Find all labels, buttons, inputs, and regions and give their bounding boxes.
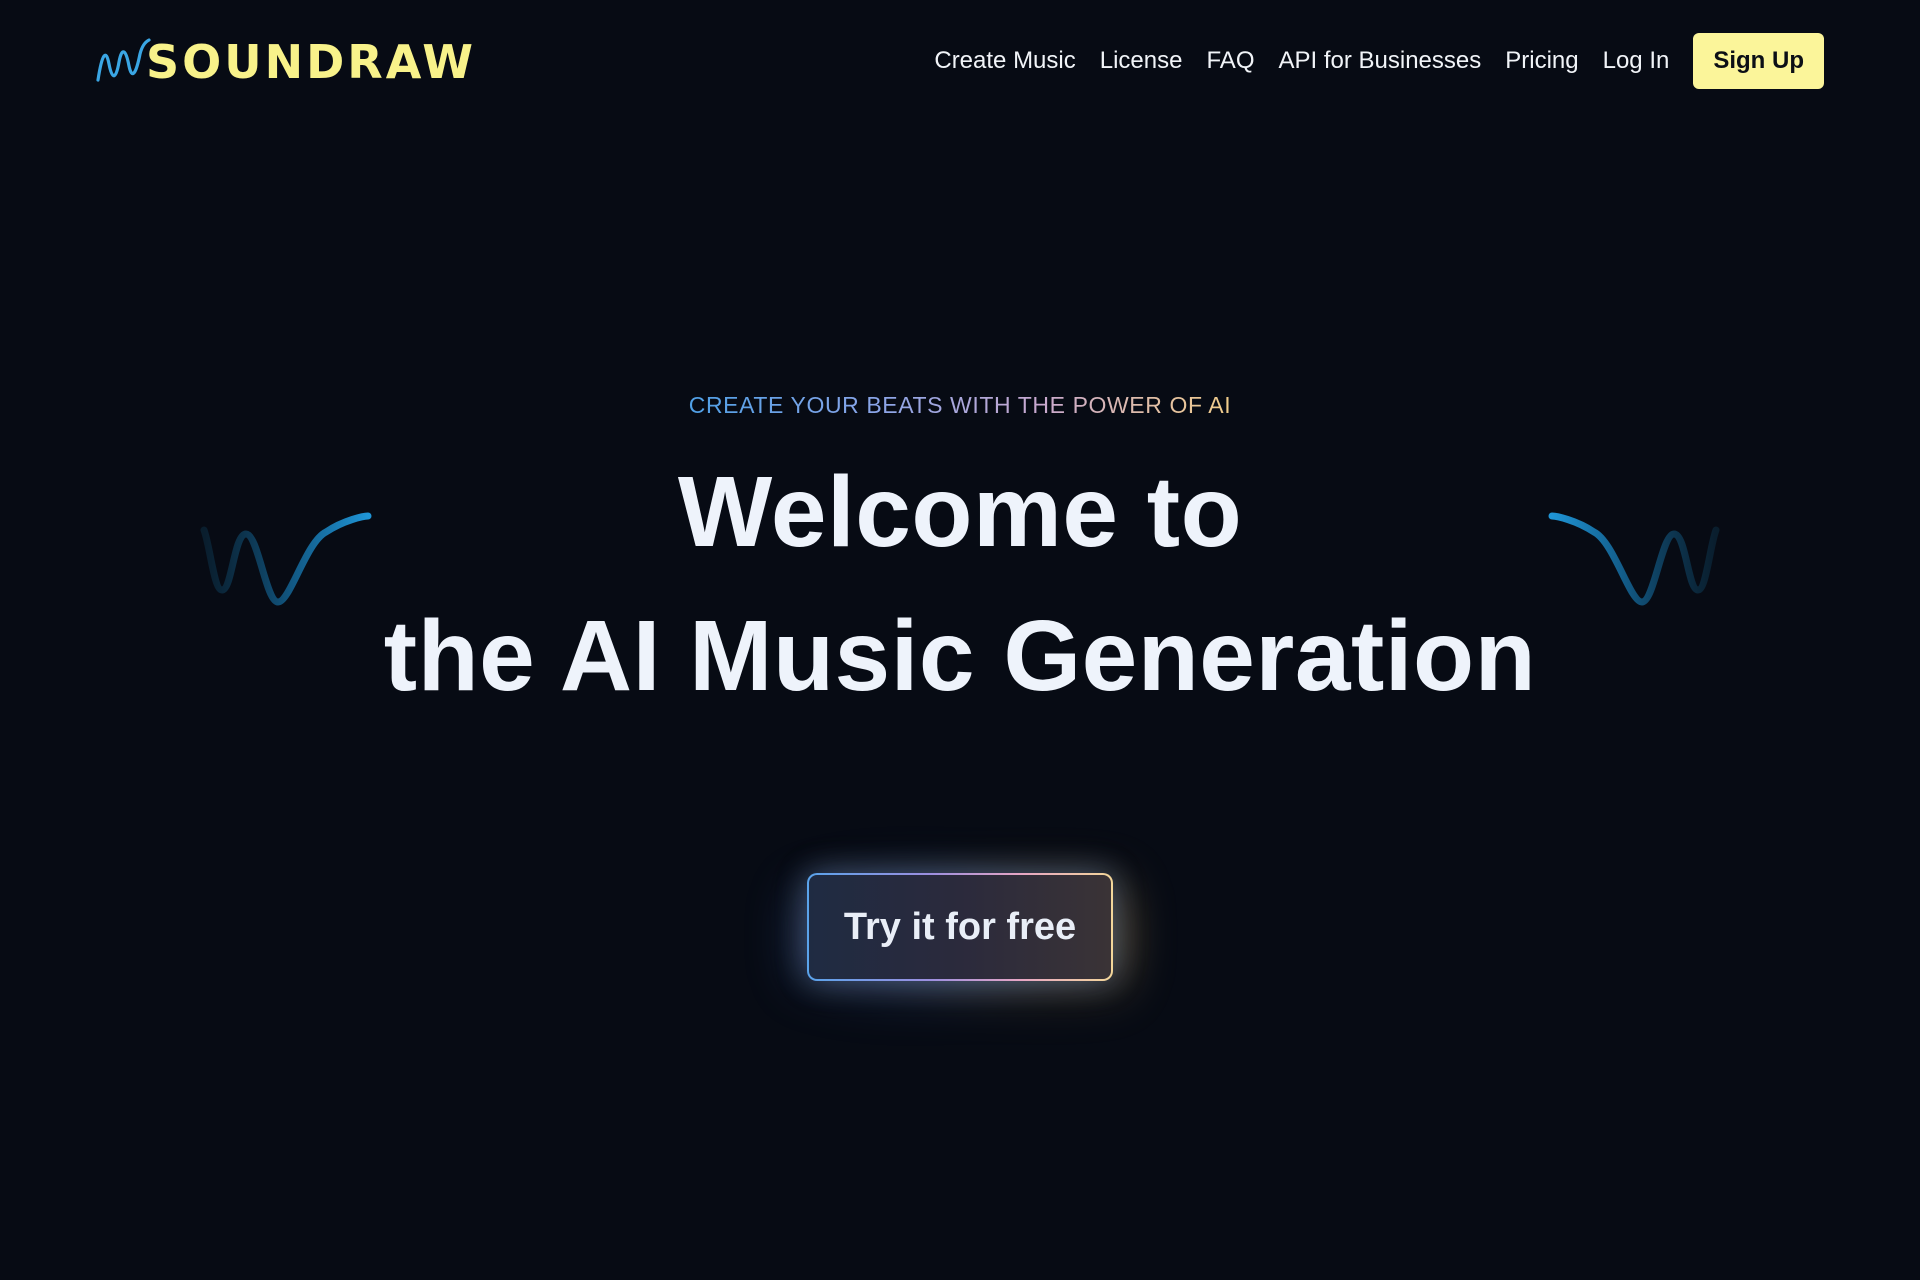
sound-wave-left-icon <box>200 512 372 606</box>
hero-tagline: CREATE YOUR BEATS WITH THE POWER OF AI <box>688 392 1232 418</box>
landing-page: SOUNDRAW Create Music License FAQ API fo… <box>0 0 1920 1280</box>
sound-wave-right-icon <box>1548 512 1720 606</box>
hero-section: CREATE YOUR BEATS WITH THE POWER OF AI W… <box>0 0 1920 1280</box>
try-it-for-free-button[interactable]: Try it for free <box>807 873 1113 981</box>
